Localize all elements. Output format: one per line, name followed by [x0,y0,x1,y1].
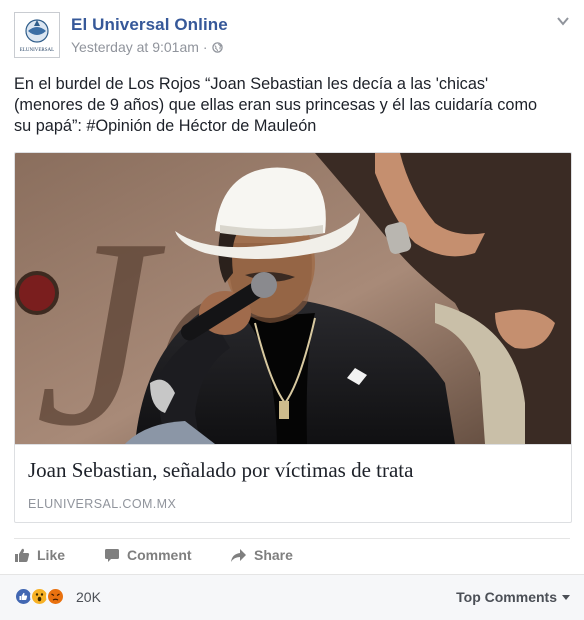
facebook-post: ELUNIVERSAL El Universal Online Yesterda… [0,0,584,620]
link-preview-text[interactable]: Joan Sebastian, señalado por víctimas de… [15,444,571,522]
comment-icon [105,548,119,562]
angry-reaction-icon [46,587,65,606]
link-headline[interactable]: Joan Sebastian, señalado por víctimas de… [28,458,413,483]
post-timestamp[interactable]: Yesterday at 9:01am [71,39,199,55]
el-universal-logo: ELUNIVERSAL [19,19,55,53]
comment-label: Comment [127,547,192,563]
like-button[interactable]: Like [14,547,65,563]
action-bar: Like Comment Share [14,538,570,572]
reaction-count[interactable]: 20K [76,589,101,605]
top-comments-label: Top Comments [456,589,557,605]
post-header: ELUNIVERSAL El Universal Online Yesterda… [14,12,570,62]
post-meta: Yesterday at 9:01am · [71,39,223,55]
options-chevron-icon[interactable] [556,14,570,28]
like-label: Like [37,547,66,563]
link-preview-photo[interactable]: Jo [15,153,571,444]
comment-button[interactable]: Comment [104,547,192,563]
reactions-bar: 20K Top Comments [0,574,584,620]
link-preview[interactable]: Jo Joan Sebastian, señalado por víctimas… [14,152,572,523]
link-domain: ELUNIVERSAL.COM.MX [28,497,177,511]
reaction-icons[interactable] [14,587,65,606]
caret-down-icon [562,594,570,600]
share-arrow-icon [231,548,246,562]
top-comments-dropdown[interactable]: Top Comments [456,589,570,605]
avatar-logo-text: ELUNIVERSAL [20,48,54,53]
share-button[interactable]: Share [230,547,293,563]
globe-icon[interactable] [211,42,223,53]
thumbs-up-icon [15,548,30,562]
post-message-text: En el burdel de Los Rojos “Joan Sebastia… [14,75,538,135]
post-message: En el burdel de Los Rojos “Joan Sebastia… [14,74,574,137]
page-name-link[interactable]: El Universal Online [71,15,228,35]
meta-separator: · [202,39,208,55]
page-avatar[interactable]: ELUNIVERSAL [14,12,60,58]
share-label: Share [254,547,293,563]
singer-photo: Jo [15,153,571,444]
